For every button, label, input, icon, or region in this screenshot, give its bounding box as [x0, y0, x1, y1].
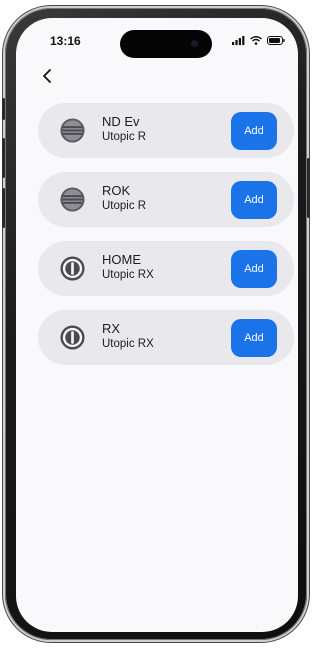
device-model: Utopic R	[102, 200, 147, 212]
add-button[interactable]: Add	[231, 181, 277, 219]
device-name: ROK	[102, 183, 131, 198]
cellular-signal-icon	[232, 36, 245, 45]
power-button	[307, 158, 310, 218]
device-card: RX Utopic RX Add	[38, 310, 294, 365]
add-button[interactable]: Add	[231, 112, 277, 150]
device-model: Utopic RX	[102, 269, 154, 281]
dynamic-island	[120, 30, 212, 58]
volume-up-button	[2, 138, 5, 178]
status-icons	[232, 36, 285, 45]
add-button[interactable]: Add	[231, 250, 277, 288]
add-button[interactable]: Add	[231, 319, 277, 357]
device-card: ROK Utopic R Add	[38, 172, 294, 227]
volume-down-button	[2, 188, 5, 228]
wifi-icon	[250, 36, 262, 45]
camera-dot	[191, 40, 198, 47]
device-model: Utopic RX	[102, 338, 154, 350]
device-model: Utopic R	[102, 131, 147, 143]
chevron-left-icon	[43, 69, 51, 83]
screen: 13:16 ND Ev Utopic R Add ROK Utopic R Ad…	[16, 18, 298, 632]
device-name: ND Ev	[102, 114, 140, 129]
status-time: 13:16	[50, 34, 81, 48]
device-name: HOME	[102, 252, 141, 267]
device-card: HOME Utopic RX Add	[38, 241, 294, 296]
lock-ring-icon	[60, 256, 85, 281]
device-card: ND Ev Utopic R Add	[38, 103, 294, 158]
lock-grill-icon	[60, 187, 85, 212]
battery-icon	[267, 36, 285, 45]
device-name: RX	[102, 321, 121, 336]
status-bar: 13:16	[16, 18, 298, 62]
lock-ring-icon	[60, 325, 85, 350]
back-button[interactable]	[38, 65, 56, 87]
silent-switch	[2, 98, 5, 120]
lock-grill-icon	[60, 118, 85, 143]
